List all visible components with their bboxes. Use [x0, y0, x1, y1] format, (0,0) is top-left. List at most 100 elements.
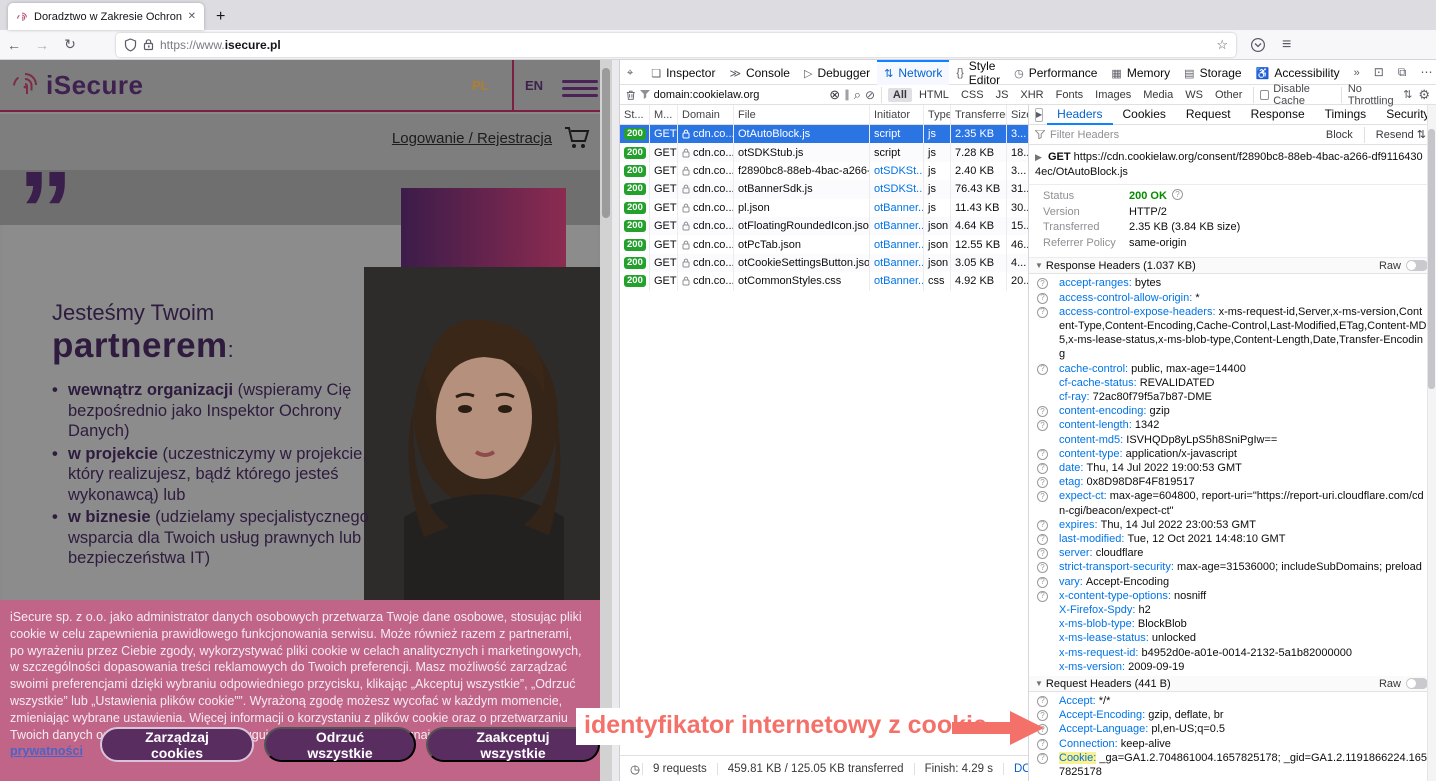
collapse-details-icon[interactable]: ▶ — [1035, 108, 1043, 122]
initiator-text[interactable]: otBanner... — [874, 202, 924, 214]
network-settings-gear-icon[interactable]: ⚙ — [1418, 87, 1430, 103]
filter-pill-images[interactable]: Images — [1090, 88, 1136, 102]
devtools-tab-network[interactable]: ⇅Network — [877, 60, 949, 85]
details-scrollbar-thumb[interactable] — [1428, 129, 1435, 389]
devtools-tab-storage[interactable]: ▤Storage — [1177, 60, 1248, 85]
disable-cache-control[interactable]: Disable Cache — [1260, 83, 1335, 107]
header-help-icon[interactable]: ? — [1037, 548, 1048, 559]
cart-icon[interactable] — [562, 124, 592, 152]
column-header-file[interactable]: File — [734, 105, 870, 124]
back-button[interactable]: ← — [0, 37, 28, 53]
request-filter-input[interactable]: domain:cookielaw.org ⊗ — [640, 87, 841, 103]
clear-filter-icon[interactable]: ⊗ — [829, 87, 840, 103]
block-request-icon[interactable]: ⊘ — [865, 88, 875, 102]
devtools-tab-inspector[interactable]: ❏Inspector — [644, 60, 722, 85]
cookie-button-1[interactable]: Odrzuć wszystkie — [264, 727, 416, 762]
filter-pill-js[interactable]: JS — [991, 88, 1014, 102]
header-help-icon[interactable]: ? — [1037, 293, 1048, 304]
header-help-icon[interactable]: ? — [1037, 449, 1048, 460]
filter-pill-media[interactable]: Media — [1138, 88, 1178, 102]
table-row[interactable]: 200GETcdn.co...otFloatingRoundedIcon.jso… — [620, 217, 1028, 235]
devtools-tab-accessibility[interactable]: ♿Accessibility — [1249, 60, 1347, 85]
details-tab-request[interactable]: Request — [1176, 105, 1241, 125]
responsive-design-icon[interactable]: ⧉ — [1391, 65, 1414, 80]
devtools-tab-more-tools[interactable]: » — [1347, 60, 1367, 85]
response-headers-section[interactable]: ▼ Response Headers (1.037 KB) Raw — [1029, 258, 1436, 274]
table-row[interactable]: 200GETcdn.co...pl.jsonotBanner...js11.43… — [620, 199, 1028, 217]
url-text[interactable]: https://www.isecure.pl — [160, 38, 1210, 52]
devtools-tab-performance[interactable]: ◷Performance — [1007, 60, 1104, 85]
filter-headers-placeholder[interactable]: Filter Headers — [1050, 129, 1317, 141]
request-filter-value[interactable]: domain:cookielaw.org — [654, 89, 826, 101]
initiator-text[interactable]: otSDKSt... — [874, 165, 924, 177]
app-menu-icon[interactable]: ≡ — [1282, 36, 1291, 54]
clear-requests-trash-icon[interactable] — [626, 89, 636, 101]
filter-pill-xhr[interactable]: XHR — [1015, 88, 1048, 102]
filter-pill-fonts[interactable]: Fonts — [1051, 88, 1089, 102]
split-console-icon[interactable]: ⊡ — [1367, 65, 1391, 79]
header-help-icon[interactable]: ? — [1037, 477, 1048, 488]
header-help-icon[interactable]: ? — [1037, 591, 1048, 602]
lock-icon[interactable] — [143, 38, 154, 51]
initiator-text[interactable]: otBanner... — [874, 220, 924, 232]
expand-request-icon[interactable]: ▶ — [1035, 152, 1042, 162]
details-tab-headers[interactable]: Headers — [1047, 105, 1112, 125]
column-header-st[interactable]: St... — [620, 105, 650, 124]
header-help-icon[interactable]: ? — [1037, 307, 1048, 318]
column-header-type[interactable]: Type — [924, 105, 951, 124]
disable-cache-checkbox[interactable] — [1260, 90, 1269, 100]
block-url-button[interactable]: Block — [1322, 129, 1357, 141]
site-menu-icon[interactable] — [562, 76, 598, 101]
initiator-text[interactable]: otSDKSt... — [874, 183, 924, 195]
perf-clock-icon[interactable]: ◷ — [620, 762, 642, 776]
bookmark-star-icon[interactable]: ☆ — [1216, 37, 1228, 53]
filter-pill-all[interactable]: All — [888, 88, 912, 102]
site-scrollbar-thumb[interactable] — [602, 68, 610, 218]
devtools-tab-style-editor[interactable]: {}Style Editor — [949, 60, 1007, 85]
filter-pill-ws[interactable]: WS — [1180, 88, 1208, 102]
header-help-icon[interactable]: ? — [1037, 696, 1048, 707]
raw-toggle[interactable] — [1406, 678, 1428, 689]
devtools-tab-memory[interactable]: ▦Memory — [1104, 60, 1177, 85]
search-icon[interactable]: ⌕ — [854, 87, 861, 103]
header-help-icon[interactable]: ? — [1037, 534, 1048, 545]
devtools-tab-debugger[interactable]: ▷Debugger — [797, 60, 877, 85]
initiator-text[interactable]: otBanner... — [874, 275, 924, 287]
header-help-icon[interactable]: ? — [1037, 420, 1048, 431]
site-logo[interactable]: iSecure — [10, 69, 143, 101]
header-help-icon[interactable]: ? — [1037, 278, 1048, 289]
meatball-menu-icon[interactable]: ⋯ — [1413, 65, 1436, 79]
header-help-icon[interactable]: ? — [1037, 520, 1048, 531]
header-help-icon[interactable]: ? — [1037, 364, 1048, 375]
lang-pl-button[interactable]: PL — [472, 78, 489, 93]
table-row[interactable]: 200GETcdn.co...otCookieSettingsButton.js… — [620, 254, 1028, 272]
request-url-line[interactable]: ▶ GET https://cdn.cookielaw.org/consent/… — [1029, 145, 1436, 185]
pause-traffic-icon[interactable]: ∥ — [844, 88, 850, 101]
details-scrollbar[interactable] — [1427, 105, 1436, 781]
table-row[interactable]: 200GETcdn.co...otCommonStyles.cssotBanne… — [620, 272, 1028, 290]
table-row[interactable]: 200GETcdn.co...otSDKStub.jsscriptjs7.28 … — [620, 143, 1028, 161]
table-row[interactable]: 200GETcdn.co...otPcTab.jsonotBanner...js… — [620, 235, 1028, 253]
shield-icon[interactable] — [124, 38, 137, 52]
login-register-link[interactable]: Logowanie / Rejestracja — [392, 130, 552, 147]
header-help-icon[interactable]: ? — [1037, 577, 1048, 588]
column-header-transferred[interactable]: Transferred — [951, 105, 1007, 124]
new-tab-button[interactable]: + — [216, 8, 225, 30]
table-row[interactable]: 200GETcdn.co...otBannerSdk.jsotSDKSt...j… — [620, 180, 1028, 198]
reload-button[interactable]: ↻ — [56, 36, 84, 53]
column-header-initiator[interactable]: Initiator — [870, 105, 924, 124]
table-row[interactable]: 200GETcdn.co...f2890bc8-88eb-4bac-a266-d… — [620, 162, 1028, 180]
resend-button[interactable]: Resend ⇅ — [1372, 128, 1430, 141]
header-help-icon[interactable]: ? — [1037, 562, 1048, 573]
devtools-tab-console[interactable]: ≫Console — [722, 60, 797, 85]
column-header-m[interactable]: M... — [650, 105, 678, 124]
header-help-icon[interactable]: ? — [1037, 753, 1048, 764]
column-header-domain[interactable]: Domain — [678, 105, 734, 124]
header-help-icon[interactable]: ? — [1037, 463, 1048, 474]
filter-pill-css[interactable]: CSS — [956, 88, 989, 102]
url-bar[interactable]: https://www.isecure.pl ☆ — [116, 33, 1236, 57]
table-row[interactable]: 200GETcdn.co...OtAutoBlock.jsscriptjs2.3… — [620, 125, 1028, 143]
details-tab-timings[interactable]: Timings — [1315, 105, 1377, 125]
request-headers-section[interactable]: ▼ Request Headers (441 B) Raw — [1029, 676, 1436, 692]
browser-tab[interactable]: Doradztwo w Zakresie Ochrony Dany ✕ — [8, 3, 204, 30]
